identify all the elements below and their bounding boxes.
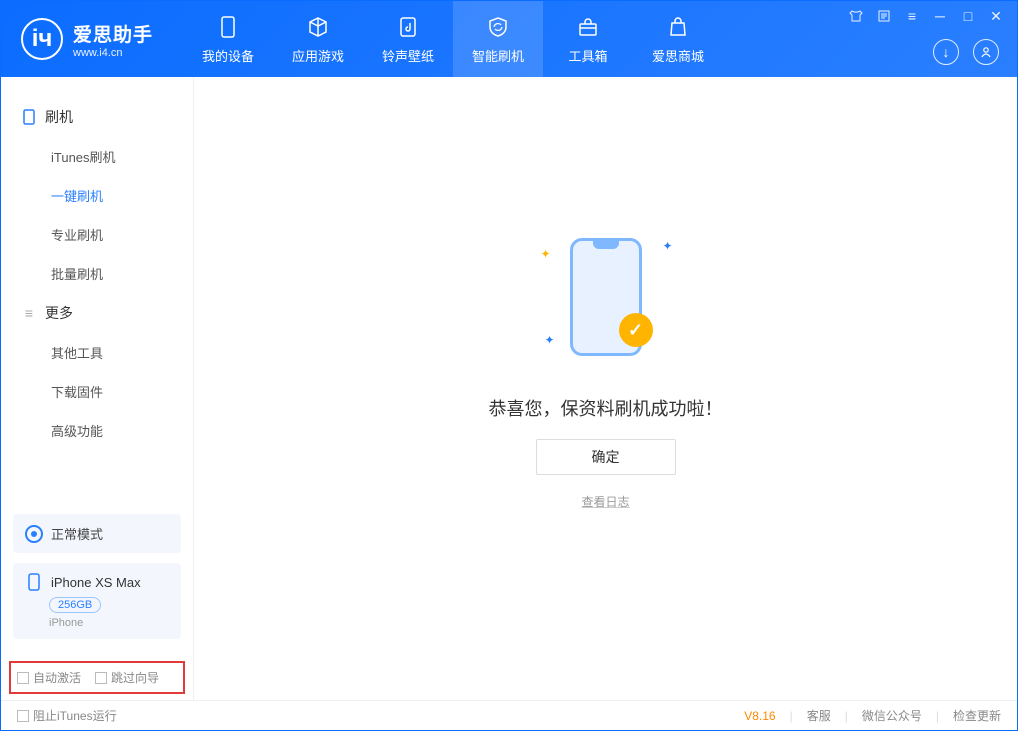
nav-store[interactable]: 爱思商城	[633, 1, 723, 77]
nav-ringtones-wallpapers[interactable]: 铃声壁纸	[363, 1, 453, 77]
minimize-icon[interactable]: ─	[931, 7, 949, 25]
music-file-icon	[395, 14, 421, 40]
nav-smart-flash[interactable]: 智能刷机	[453, 1, 543, 77]
sidebar-section-more: ≡ 更多 其他工具 下载固件 高级功能	[1, 293, 193, 450]
nav-apps-games[interactable]: 应用游戏	[273, 1, 363, 77]
cube-icon	[305, 14, 331, 40]
window-controls: ≡ ─ □ ✕	[847, 7, 1005, 25]
shirt-icon[interactable]	[847, 7, 865, 25]
app-body: 刷机 iTunes刷机 一键刷机 专业刷机 批量刷机 ≡ 更多 其他工具 下载固…	[1, 77, 1017, 700]
sidebar-item-batch-flash[interactable]: 批量刷机	[1, 254, 193, 293]
option-label: 跳过向导	[111, 669, 159, 686]
check-badge-icon: ✓	[619, 313, 653, 347]
sidebar-section-head: ≡ 更多	[1, 293, 193, 333]
app-title: 爱思助手	[73, 20, 153, 47]
version-label: V8.16	[744, 709, 775, 723]
note-icon[interactable]	[875, 7, 893, 25]
mode-label: 正常模式	[51, 524, 103, 543]
sidebar-item-other-tools[interactable]: 其他工具	[1, 333, 193, 372]
nav-toolkit[interactable]: 工具箱	[543, 1, 633, 77]
checkbox-icon	[17, 710, 29, 722]
nav-label: 智能刷机	[472, 46, 524, 65]
shield-refresh-icon	[485, 14, 511, 40]
sidebar-section-head: 刷机	[1, 97, 193, 137]
success-illustration: ✦ ✦ ✦ ✓	[531, 217, 681, 377]
mode-icon	[25, 525, 43, 543]
nav-label: 铃声壁纸	[382, 46, 434, 65]
download-icon[interactable]: ↓	[933, 39, 959, 65]
maximize-icon[interactable]: □	[959, 7, 977, 25]
sidebar-item-advanced[interactable]: 高级功能	[1, 411, 193, 450]
section-title: 刷机	[45, 107, 73, 127]
checkbox-icon	[95, 672, 107, 684]
main-content: ✦ ✦ ✦ ✓ 恭喜您，保资料刷机成功啦！ 确定 查看日志	[194, 77, 1017, 700]
footer-left: 阻止iTunes运行	[17, 707, 117, 724]
sidebar-item-itunes-flash[interactable]: iTunes刷机	[1, 137, 193, 176]
section-title: 更多	[45, 303, 73, 323]
app-header: iч 爱思助手 www.i4.cn 我的设备 应用游戏 铃声壁纸 智能刷机 工具…	[1, 1, 1017, 77]
nav-label: 应用游戏	[292, 46, 344, 65]
option-skip-guide[interactable]: 跳过向导	[95, 669, 159, 686]
success-message: 恭喜您，保资料刷机成功啦！	[489, 395, 723, 421]
device-info-box[interactable]: iPhone XS Max 256GB iPhone	[13, 563, 181, 639]
option-label: 阻止iTunes运行	[33, 707, 117, 724]
ok-button[interactable]: 确定	[536, 439, 676, 475]
nav-label: 我的设备	[202, 46, 254, 65]
view-log-link[interactable]: 查看日志	[581, 493, 629, 510]
app-logo: iч 爱思助手 www.i4.cn	[21, 18, 153, 60]
header-action-icons: ↓	[933, 39, 999, 65]
sidebar-item-pro-flash[interactable]: 专业刷机	[1, 215, 193, 254]
sidebar-item-download-firmware[interactable]: 下载固件	[1, 372, 193, 411]
flash-options-highlighted: 自动激活 跳过向导	[9, 661, 185, 694]
footer-link-update[interactable]: 检查更新	[953, 707, 1001, 724]
bag-icon	[665, 14, 691, 40]
sidebar-section-flash: 刷机 iTunes刷机 一键刷机 专业刷机 批量刷机	[1, 97, 193, 293]
device-type: iPhone	[49, 617, 169, 629]
checkbox-icon	[17, 672, 29, 684]
list-icon: ≡	[21, 305, 37, 321]
logo-text: 爱思助手 www.i4.cn	[73, 20, 153, 59]
user-icon[interactable]	[973, 39, 999, 65]
phone-outline-icon	[25, 573, 43, 591]
menu-icon[interactable]: ≡	[903, 7, 921, 25]
toolbox-icon	[575, 14, 601, 40]
status-bar: 阻止iTunes运行 V8.16 | 客服 | 微信公众号 | 检查更新	[1, 700, 1017, 730]
device-capacity: 256GB	[49, 597, 101, 613]
option-label: 自动激活	[33, 669, 81, 686]
main-nav: 我的设备 应用游戏 铃声壁纸 智能刷机 工具箱 爱思商城	[183, 1, 723, 77]
nav-label: 爱思商城	[652, 46, 704, 65]
footer-link-support[interactable]: 客服	[807, 707, 831, 724]
option-block-itunes[interactable]: 阻止iTunes运行	[17, 707, 117, 724]
option-auto-activate[interactable]: 自动激活	[17, 669, 81, 686]
app-url: www.i4.cn	[73, 47, 153, 59]
sidebar: 刷机 iTunes刷机 一键刷机 专业刷机 批量刷机 ≡ 更多 其他工具 下载固…	[1, 77, 194, 700]
sparkle-icon: ✦	[541, 247, 551, 261]
sparkle-icon: ✦	[545, 333, 555, 347]
logo-icon: iч	[21, 18, 63, 60]
sparkle-icon: ✦	[662, 239, 672, 253]
sidebar-item-oneclick-flash[interactable]: 一键刷机	[1, 176, 193, 215]
success-panel: ✦ ✦ ✦ ✓ 恭喜您，保资料刷机成功啦！ 确定 查看日志	[489, 217, 723, 510]
nav-my-device[interactable]: 我的设备	[183, 1, 273, 77]
close-icon[interactable]: ✕	[987, 7, 1005, 25]
device-icon	[21, 109, 37, 125]
device-name: iPhone XS Max	[51, 575, 141, 590]
footer-link-wechat[interactable]: 微信公众号	[862, 707, 922, 724]
device-mode-box[interactable]: 正常模式	[13, 514, 181, 553]
footer-right: V8.16 | 客服 | 微信公众号 | 检查更新	[744, 707, 1001, 724]
sidebar-bottom: 正常模式 iPhone XS Max 256GB iPhone	[1, 514, 193, 651]
phone-icon	[215, 14, 241, 40]
nav-label: 工具箱	[569, 46, 608, 65]
